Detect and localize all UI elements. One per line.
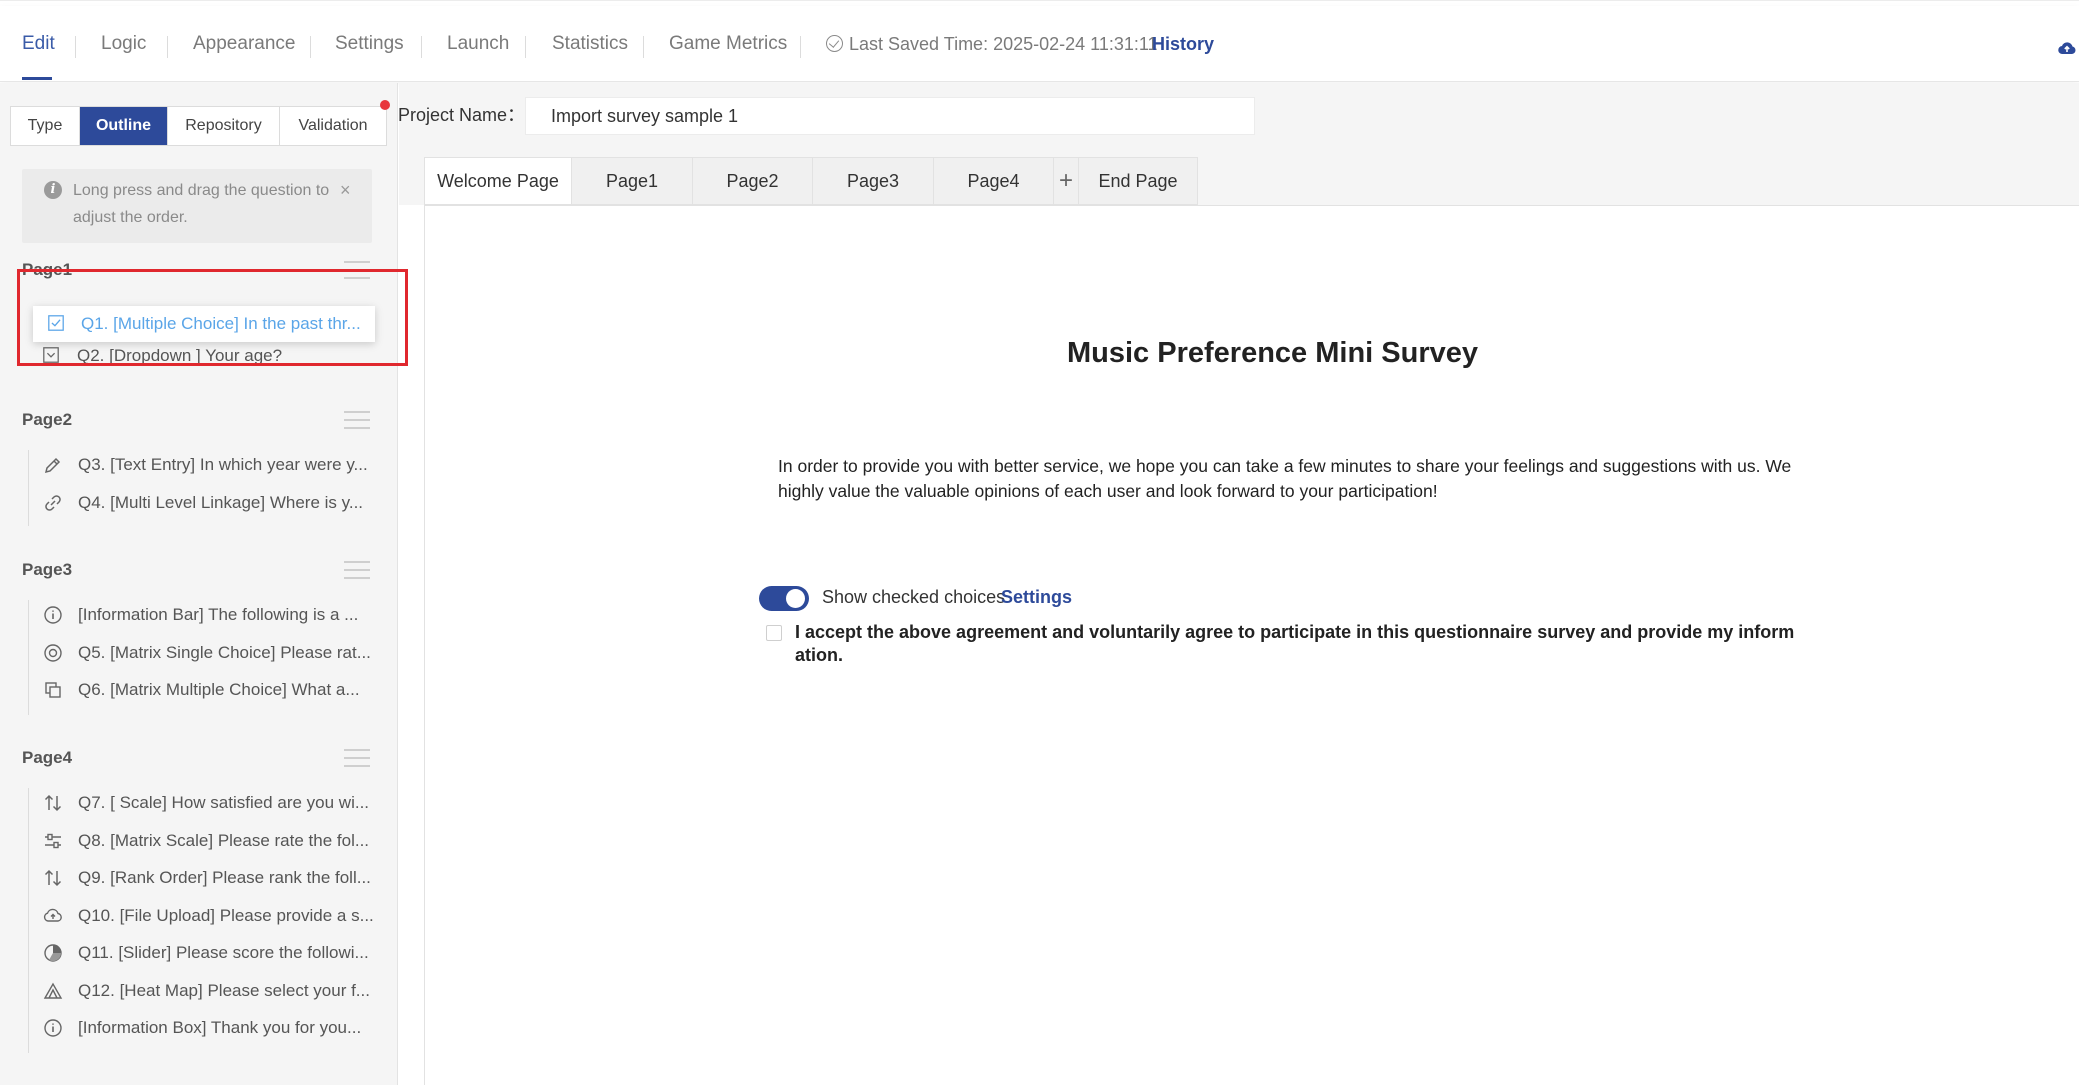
outline-item-text: [Information Bar] The following is a ... (78, 605, 359, 624)
sidebar-tab-validation[interactable]: Validation (280, 107, 386, 145)
outline-item-text: Q7. [ Scale] How satisfied are you wi... (78, 793, 370, 812)
survey-page-tabs: Welcome Page Page1 Page2 Page3 Page4 + E… (424, 157, 1198, 205)
drag-handle-icon[interactable] (344, 561, 370, 579)
tab-logic[interactable]: Logic (101, 32, 146, 56)
radio-icon (44, 644, 62, 662)
agreement-text: I accept the above agreement and volunta… (795, 622, 1795, 665)
sidebar-tab-outline[interactable]: Outline (80, 107, 168, 145)
copy-icon (45, 682, 61, 698)
outline-item[interactable]: Q12. [Heat Map] Please select your f... (43, 978, 373, 1004)
tab-welcome-page[interactable]: Welcome Page (424, 157, 571, 205)
tab-edit[interactable]: Edit (22, 32, 55, 56)
survey-title[interactable]: Music Preference Mini Survey (0, 335, 2079, 371)
heatmap-icon (43, 982, 63, 999)
drag-handle-icon[interactable] (344, 749, 370, 767)
show-checked-toggle[interactable] (759, 586, 809, 611)
pie-icon (44, 944, 62, 962)
tab-page2[interactable]: Page2 (692, 157, 812, 205)
outline-item-text: Q4. [Multi Level Linkage] Where is y... (78, 493, 364, 512)
last-saved-text: Last Saved Time: 2025-02-24 11:31:11 (849, 34, 1158, 54)
tab-launch[interactable]: Launch (447, 32, 509, 56)
close-icon[interactable]: × (340, 177, 351, 204)
tab-statistics[interactable]: Statistics (552, 32, 628, 56)
outline-sidebar: Type Outline Repository Validation i Lon… (0, 83, 398, 1085)
outline-item[interactable]: Q11. [Slider] Please score the followi..… (43, 940, 373, 966)
outline-item-text: Q10. [File Upload] Please provide a s... (78, 906, 374, 925)
toggle-knob (786, 589, 805, 608)
show-checked-label: Show checked choices (822, 587, 1006, 607)
tab-game-metrics[interactable]: Game Metrics (669, 32, 787, 56)
outline-item[interactable]: Q6. [Matrix Multiple Choice] What a... (43, 677, 373, 703)
info-icon (44, 606, 62, 624)
tab-settings[interactable]: Settings (335, 32, 404, 56)
outline-item[interactable]: Q7. [ Scale] How satisfied are you wi... (43, 790, 373, 816)
top-nav: Edit Logic Appearance Settings Launch St… (0, 6, 2079, 82)
tab-page1[interactable]: Page1 (571, 157, 692, 205)
info-icon: i (44, 181, 62, 199)
outline-item-text: [Information Box] Thank you for you... (78, 1018, 362, 1037)
outline-item[interactable]: Q8. [Matrix Scale] Please rate the fol..… (43, 828, 373, 854)
check-circle-icon (826, 35, 843, 52)
outline-item-text: Q12. [Heat Map] Please select your f... (78, 981, 370, 1000)
tab-end-page[interactable]: End Page (1078, 157, 1198, 205)
outline-item-text: Q9. [Rank Order] Please rank the foll... (78, 868, 371, 887)
question-group: [Information Bar] The following is a ...… (28, 600, 372, 715)
outline-item[interactable]: [Information Bar] The following is a ... (43, 602, 373, 628)
outline-item[interactable]: Q9. [Rank Order] Please rank the foll... (43, 865, 373, 891)
nav-divider (310, 36, 311, 58)
project-name-input[interactable]: Import survey sample 1 (525, 97, 1255, 135)
project-name-label: Project Name： (398, 105, 526, 125)
add-page-button[interactable]: + (1053, 157, 1078, 205)
survey-description[interactable]: In order to provide you with better serv… (778, 454, 1818, 504)
tab-appearance[interactable]: Appearance (193, 32, 295, 56)
nav-divider (525, 36, 526, 58)
cloud-upload-icon[interactable] (2058, 41, 2076, 55)
sidebar-tabs: Type Outline Repository Validation (10, 106, 387, 146)
outline-item-text: Q11. [Slider] Please score the followi..… (78, 943, 369, 962)
sort-arrows-icon (44, 794, 62, 812)
outline-item[interactable]: Q10. [File Upload] Please provide a s... (43, 903, 374, 929)
outline-page-label: Page2 (22, 410, 73, 429)
outline-page-label: Page4 (22, 748, 73, 767)
nav-divider (75, 36, 76, 58)
pencil-icon (44, 457, 61, 474)
settings-link[interactable]: Settings (1001, 585, 1072, 609)
outline-page-label: Page3 (22, 560, 73, 579)
link-icon (45, 495, 61, 511)
drag-handle-icon[interactable] (344, 411, 370, 429)
outline-item[interactable]: Q4. [Multi Level Linkage] Where is y... (43, 490, 373, 516)
last-saved-status: Last Saved Time: 2025-02-24 11:31:11 (826, 32, 1158, 56)
sort-arrows-icon (44, 869, 62, 887)
outline-item-text: Q3. [Text Entry] In which year were y... (78, 455, 368, 474)
active-tab-indicator (22, 77, 52, 80)
drag-tip: i Long press and drag the question to ad… (22, 169, 372, 243)
nav-divider (800, 36, 801, 58)
agreement-checkbox[interactable] (766, 625, 782, 641)
history-link[interactable]: History (1152, 32, 1214, 56)
tab-page4[interactable]: Page4 (933, 157, 1053, 205)
sidebar-tab-repository[interactable]: Repository (168, 107, 280, 145)
nav-divider (421, 36, 422, 58)
nav-divider (643, 36, 644, 58)
outline-item[interactable]: [Information Box] Thank you for you... (43, 1015, 373, 1041)
outline-item-text: Q6. [Matrix Multiple Choice] What a... (78, 680, 360, 699)
sidebar-tab-type[interactable]: Type (11, 107, 80, 145)
upload-icon (43, 908, 62, 922)
question-group: Q7. [ Scale] How satisfied are you wi...… (28, 788, 374, 1053)
info-icon (44, 1019, 62, 1037)
outline-item-text: Q8. [Matrix Scale] Please rate the fol..… (78, 831, 370, 850)
outline-item[interactable]: Q3. [Text Entry] In which year were y... (43, 452, 373, 478)
sliders-icon (45, 833, 61, 849)
outline-item-text: Q5. [Matrix Single Choice] Please rat... (78, 643, 371, 662)
tab-page3[interactable]: Page3 (812, 157, 933, 205)
nav-divider (167, 36, 168, 58)
tip-text: Long press and drag the question to adju… (73, 182, 330, 226)
outline-item[interactable]: Q5. [Matrix Single Choice] Please rat... (43, 640, 373, 666)
question-group: Q3. [Text Entry] In which year were y...… (28, 450, 372, 526)
notification-dot (380, 100, 390, 110)
